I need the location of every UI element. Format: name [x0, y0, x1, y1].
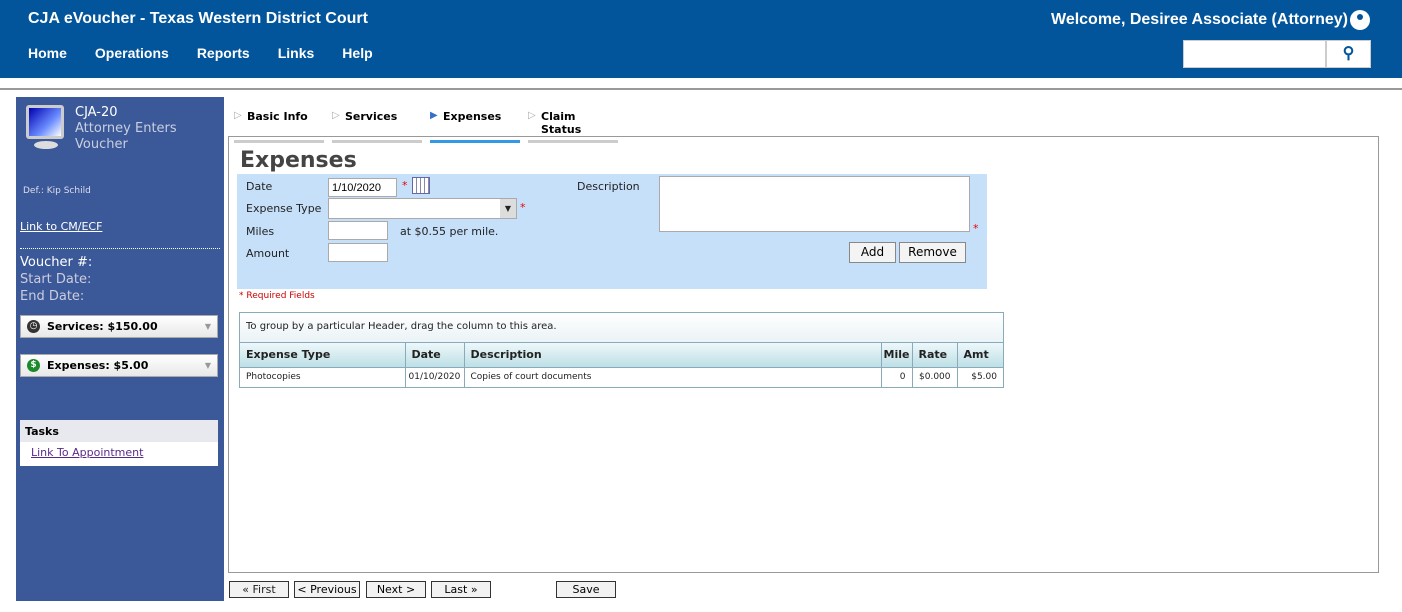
miles-input[interactable]: [328, 221, 388, 240]
nav-help[interactable]: Help: [342, 45, 372, 61]
search-button[interactable]: ⚲: [1326, 40, 1371, 68]
col-date[interactable]: Date: [405, 343, 465, 368]
cell-amt: $5.00: [971, 372, 997, 383]
dollar-icon: $: [27, 359, 40, 372]
cell-expense-type: Photocopies: [240, 367, 406, 387]
col-rate[interactable]: Rate: [912, 343, 958, 368]
cmecf-link[interactable]: Link to CM/ECF: [20, 220, 102, 233]
tasks-title: Tasks: [20, 420, 218, 442]
cell-mile: 0: [881, 367, 913, 387]
services-total: Services: $150.00: [47, 320, 158, 333]
col-mile[interactable]: Mile: [881, 343, 913, 368]
miles-label: Miles: [246, 225, 275, 238]
main-nav: Home Operations Reports Links Help: [28, 45, 373, 61]
form-desc-1: Attorney Enters: [75, 121, 177, 136]
previous-button[interactable]: < Previous: [294, 581, 360, 598]
nav-links[interactable]: Links: [278, 45, 315, 61]
monitor-icon: [26, 105, 64, 139]
expenses-total: Expenses: $5.00: [47, 359, 149, 372]
save-button[interactable]: Save: [556, 581, 616, 598]
services-summary[interactable]: ◷ Services: $150.00 ▼: [20, 315, 218, 338]
mileage-rate-text: at $0.55 per mile.: [400, 225, 499, 238]
expense-type-label: Expense Type: [246, 202, 322, 215]
start-date: Start Date:: [20, 272, 92, 287]
description-label: Description: [577, 180, 640, 193]
chevron-down-icon: ▼: [500, 199, 516, 218]
group-by-area[interactable]: To group by a particular Header, drag th…: [240, 313, 1003, 343]
form-code: CJA-20: [75, 105, 118, 120]
page-title: Expenses: [240, 148, 357, 173]
tasks-box: Tasks Link To Appointment: [20, 420, 218, 466]
required-marker: *: [402, 179, 408, 192]
cell-description: Copies of court documents: [464, 367, 882, 387]
chevron-down-icon: ▼: [204, 361, 211, 370]
cell-date: 01/10/2020: [405, 367, 465, 387]
first-button[interactable]: « First: [229, 581, 289, 598]
date-input[interactable]: [328, 178, 397, 197]
app-title: CJA eVoucher - Texas Western District Co…: [28, 10, 368, 27]
content-panel: Expenses Date * Expense Type ▼ * Miles a…: [228, 136, 1379, 573]
required-marker: *: [973, 222, 979, 235]
required-marker: *: [520, 201, 526, 214]
welcome-text: Welcome, Desiree Associate (Attorney): [1051, 11, 1348, 28]
table-row[interactable]: Photocopies 01/10/2020 Copies of court d…: [240, 367, 1003, 387]
nav-operations[interactable]: Operations: [95, 45, 169, 61]
expenses-grid: To group by a particular Header, drag th…: [239, 312, 1004, 388]
voucher-number: Voucher #:: [20, 255, 93, 270]
remove-button[interactable]: Remove: [899, 242, 966, 263]
sidebar: CJA-20 Attorney Enters Voucher Def.: Kip…: [16, 97, 224, 601]
last-button[interactable]: Last »: [431, 581, 491, 598]
chevron-down-icon: ▼: [204, 322, 211, 331]
voucher-info: Voucher #: Start Date: End Date:: [20, 254, 92, 305]
date-label: Date: [246, 180, 273, 193]
cell-rate: $0.000: [912, 367, 958, 387]
form-id: CJA-20 Attorney Enters Voucher: [75, 105, 177, 153]
form-desc-2: Voucher: [75, 137, 128, 152]
calendar-icon[interactable]: [412, 177, 430, 194]
user-icon[interactable]: [1350, 10, 1370, 30]
col-amt[interactable]: Amt: [957, 343, 1003, 368]
search-input[interactable]: [1183, 40, 1326, 68]
nav-home[interactable]: Home: [28, 45, 67, 61]
monitor-base: [34, 141, 58, 149]
task-link-appointment[interactable]: Link To Appointment: [20, 442, 218, 463]
col-description[interactable]: Description: [464, 343, 882, 368]
clock-icon: ◷: [27, 320, 40, 333]
required-fields-note: * Required Fields: [239, 291, 315, 301]
amount-input[interactable]: [328, 243, 388, 262]
expense-form: Date * Expense Type ▼ * Miles at $0.55 p…: [237, 174, 987, 289]
grid-header-row: Expense Type Date Description Mile Rate …: [240, 343, 1003, 368]
next-button[interactable]: Next >: [366, 581, 426, 598]
defendant-name: Def.: Kip Schild: [23, 186, 91, 196]
col-expense-type[interactable]: Expense Type: [240, 343, 406, 368]
first-label: « First: [242, 583, 276, 596]
amount-label: Amount: [246, 247, 290, 260]
divider: [20, 248, 220, 249]
nav-reports[interactable]: Reports: [197, 45, 250, 61]
search-icon: ⚲: [1342, 45, 1355, 62]
top-header: CJA eVoucher - Texas Western District Co…: [0, 0, 1402, 78]
header-divider: [0, 88, 1402, 90]
expenses-summary[interactable]: $ Expenses: $5.00 ▼: [20, 354, 218, 377]
description-textarea[interactable]: [659, 176, 970, 232]
add-button[interactable]: Add: [849, 242, 896, 263]
end-date: End Date:: [20, 289, 85, 304]
expense-type-select[interactable]: ▼: [328, 198, 517, 219]
